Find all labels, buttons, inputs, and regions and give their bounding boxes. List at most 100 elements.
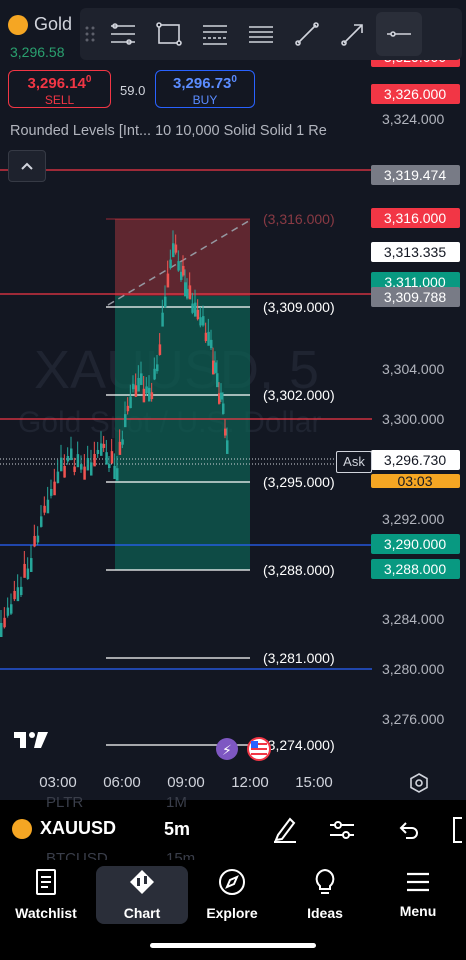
rectangle-icon[interactable]	[146, 12, 192, 56]
price-tag-label: 03:03	[397, 473, 432, 489]
menu-icon	[407, 872, 429, 892]
nav-label: Menu	[399, 903, 437, 919]
candle-body	[50, 489, 53, 496]
symbol-short: Gold	[34, 14, 73, 34]
arrow-line-icon[interactable]	[330, 12, 376, 56]
candle-body	[102, 443, 106, 448]
fib-retracement-icon[interactable]	[192, 12, 238, 56]
candle-body	[6, 607, 10, 616]
price-tag-label: 3,313.335	[384, 244, 446, 260]
price-tag-label: 3,319.474	[384, 167, 446, 183]
ideas-icon	[315, 868, 335, 894]
nav-ideas[interactable]: Ideas	[279, 866, 371, 924]
candle-body	[126, 405, 130, 412]
price-axis-tick: 3,300.000	[382, 411, 444, 427]
long-short-icon[interactable]	[100, 12, 146, 56]
nav-label: Explore	[206, 905, 258, 921]
candle-body	[202, 316, 205, 326]
candle-body	[161, 312, 164, 327]
tradingview-logo[interactable]	[14, 730, 50, 750]
candle-body	[3, 617, 6, 628]
candle-body	[191, 303, 194, 313]
trend-line-icon[interactable]	[284, 12, 330, 56]
candle-body	[73, 466, 76, 472]
price-axis[interactable]: 3,324.000 3,304.000 3,300.000 3,292.000 3,28…	[382, 111, 444, 727]
ghost-row: 1M	[166, 794, 187, 811]
drag-handle[interactable]	[80, 12, 100, 56]
pen-icon[interactable]	[272, 815, 298, 843]
candle-body	[83, 466, 86, 480]
nav-explore[interactable]: Explore	[186, 866, 278, 924]
indicators-icon[interactable]	[328, 818, 356, 842]
price-axis-tick: 3,304.000	[382, 361, 444, 377]
candle-body	[188, 285, 192, 300]
candle-body	[148, 387, 151, 402]
candle-body	[118, 441, 122, 455]
fib-level-label: (3,309.000)	[263, 299, 335, 315]
header-price: 3,296.58	[10, 44, 65, 60]
fib-level-label: (3,274.000)	[263, 737, 335, 753]
candle-body	[194, 302, 197, 317]
symbol-selector[interactable]: XAUUSD	[12, 818, 116, 839]
candle-body	[226, 440, 229, 454]
symbol-title[interactable]: Gold	[8, 14, 72, 35]
sell-price: 3,296.14	[27, 75, 86, 92]
chevron-up-icon	[21, 162, 33, 170]
fib-level-label: (3,295.000)	[263, 474, 335, 490]
candle-body	[33, 535, 36, 547]
fullscreen-icon[interactable]	[450, 816, 466, 844]
price-axis-tick: 3,284.000	[382, 611, 444, 627]
candle-body	[210, 339, 213, 349]
horizontal-ray-icon[interactable]	[376, 12, 422, 56]
candle-body	[121, 439, 124, 445]
candle-body	[199, 317, 202, 326]
collapse-legend-button[interactable]	[8, 150, 46, 182]
chart-settings-icon[interactable]	[408, 772, 430, 794]
candle-body	[166, 273, 170, 288]
candle-body	[23, 563, 26, 578]
price-axis-tick: 3,292.000	[382, 511, 444, 527]
price-chart[interactable]: XAUUSD, 5 Gold Spot / U.S. Dollar (3,316…	[0, 0, 466, 800]
price-axis-tick: 3,324.000	[382, 111, 444, 127]
candle-body	[220, 392, 223, 400]
candle-body	[196, 309, 200, 320]
symbol-name: XAUUSD	[40, 818, 117, 838]
fib-level-label: (3,281.000)	[263, 650, 335, 666]
candle-body	[169, 259, 172, 268]
candle-body	[70, 448, 73, 461]
fib-level-label: (3,302.000)	[263, 387, 335, 403]
timeframe-selector[interactable]: 5m	[164, 819, 190, 840]
nav-watchlist[interactable]: Watchlist	[0, 866, 92, 924]
candle-body	[86, 458, 90, 471]
ghost-row: PLTR	[46, 794, 84, 811]
watchlist-icon	[36, 869, 56, 895]
parallel-channel-icon[interactable]	[238, 12, 284, 56]
candle-body	[66, 455, 70, 462]
candle-body	[222, 403, 225, 414]
candle-body	[93, 453, 96, 467]
candle-body	[158, 344, 162, 355]
candle-body	[110, 451, 114, 464]
time-axis[interactable]: 03:00 06:00 09:00 12:00 15:00	[39, 774, 333, 791]
candle-body	[182, 265, 185, 276]
candle-body	[96, 449, 100, 455]
candle-body	[20, 586, 23, 596]
candle-body	[224, 428, 227, 436]
target-zone[interactable]	[115, 296, 250, 570]
candle-body	[164, 296, 167, 308]
fib-level-label: (3,316.000)	[263, 211, 335, 227]
undo-icon[interactable]	[396, 820, 420, 840]
candle-body	[76, 454, 80, 468]
sell-button[interactable]: 3,296.140 SELL	[8, 70, 111, 108]
flash-glyph: ⚡	[222, 743, 232, 759]
candle-body	[40, 516, 43, 527]
candle-body	[116, 468, 119, 481]
candle-body	[36, 535, 40, 543]
indicator-legend[interactable]: Rounded Levels [Int... 10 10,000 Solid S…	[10, 123, 327, 139]
nav-menu[interactable]: Menu	[372, 866, 464, 924]
candle-body	[150, 392, 154, 400]
nav-chart[interactable]: Chart	[96, 866, 188, 924]
buy-button[interactable]: 3,296.730 BUY	[155, 70, 255, 108]
nav-label: Chart	[123, 905, 161, 921]
candle-body	[132, 383, 135, 390]
